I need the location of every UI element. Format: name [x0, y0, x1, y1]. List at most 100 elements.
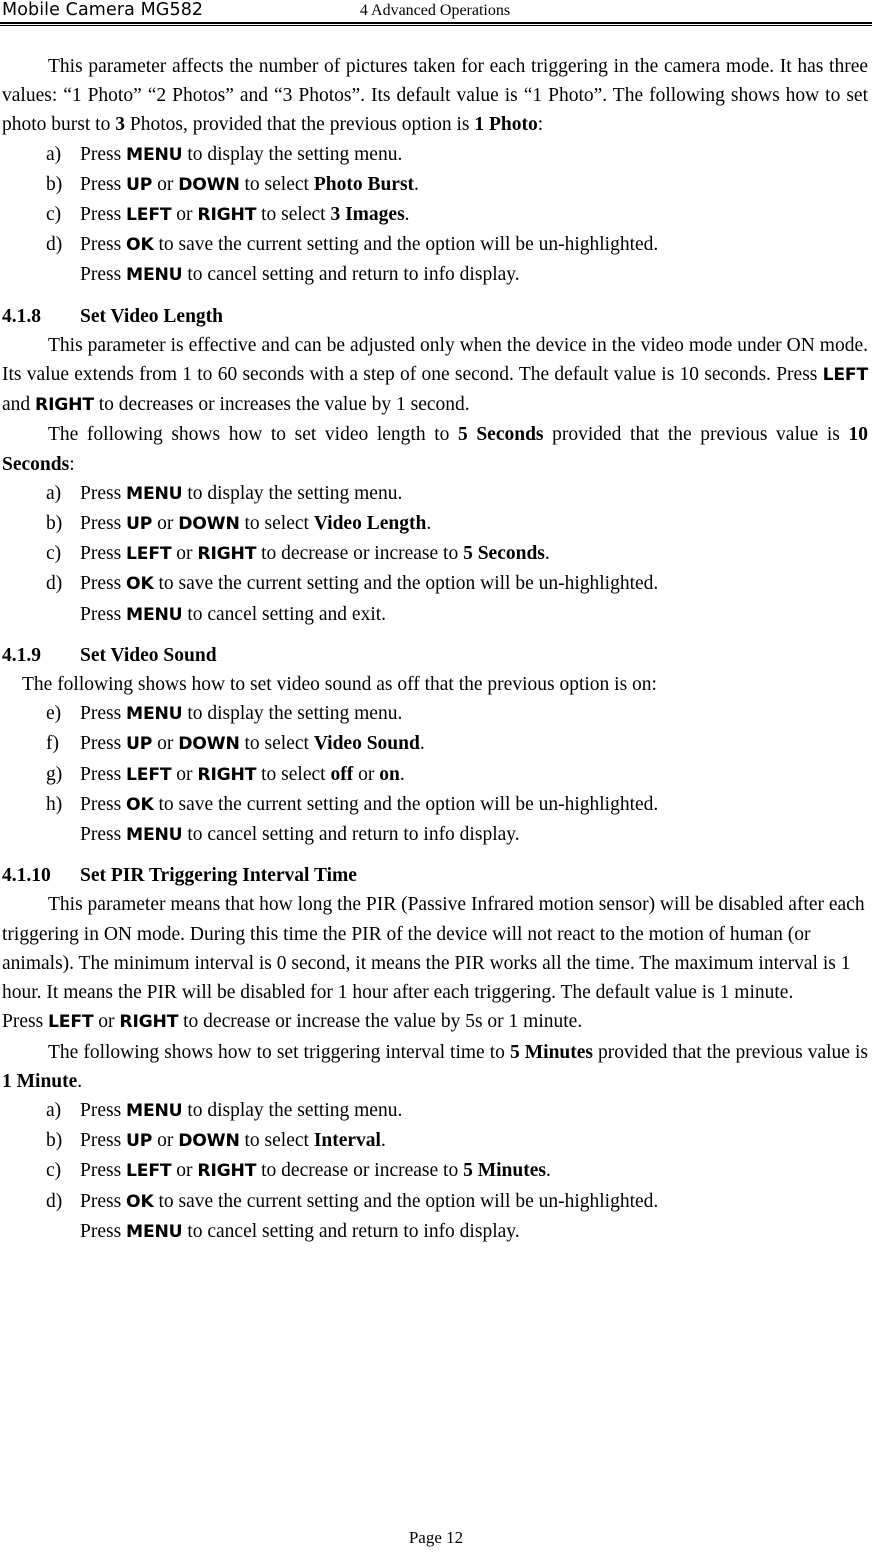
- list-item: d) Press OK to save the current setting a…: [0, 230, 872, 290]
- text-run: Press: [80, 733, 127, 755]
- text-run: or: [171, 763, 198, 785]
- video-sound-step-list: e) Press MENU to display the setting menu…: [0, 699, 872, 850]
- text-run: Press: [80, 1190, 127, 1212]
- key-button-label: MENU: [126, 1100, 183, 1121]
- list-item: b) Press UP or DOWN to select Interval.: [0, 1126, 872, 1156]
- text-run: The following shows how to set video sou…: [22, 674, 657, 696]
- text-run: or: [171, 543, 198, 565]
- text-run: Press: [80, 143, 127, 165]
- key-button-label: LEFT: [126, 1161, 172, 1182]
- list-item: g) Press LEFT or RIGHT to select off or o…: [0, 760, 872, 790]
- key-button-label: MENU: [126, 265, 183, 286]
- key-button-label: DOWN: [178, 514, 240, 535]
- text-run: Press: [80, 1099, 127, 1121]
- text-run: Press: [80, 543, 127, 565]
- value-emphasis: 5 Seconds: [457, 424, 544, 446]
- list-item: c) Press LEFT or RIGHT to select 3 Images…: [0, 200, 872, 230]
- text-run: to select: [239, 513, 314, 535]
- video-sound-paragraph-1: The following shows how to set video sou…: [0, 670, 872, 699]
- text-run: to display the setting menu.: [182, 482, 403, 504]
- setting-value: 5 Seconds: [463, 543, 545, 565]
- text-run: Press: [80, 1160, 127, 1182]
- list-marker: d): [46, 1190, 63, 1212]
- text-run: .: [426, 513, 432, 535]
- text-run: to cancel setting and return to info dis…: [182, 1220, 520, 1242]
- section-title: Set Video Sound: [80, 644, 217, 666]
- list-item: c) Press LEFT or RIGHT to decrease or inc…: [0, 539, 872, 569]
- list-marker: c): [46, 1160, 62, 1182]
- list-item: e) Press MENU to display the setting menu…: [0, 699, 872, 729]
- key-button-label: MENU: [126, 144, 183, 165]
- key-button-label: UP: [126, 174, 153, 195]
- page-content: This parameter affects the number of pic…: [0, 52, 872, 1247]
- text-run: provided that the previous value is: [593, 1041, 868, 1063]
- video-length-paragraph-2: The following shows how to set video len…: [0, 420, 872, 478]
- text-run: to select: [239, 733, 314, 755]
- setting-value: 3 Images: [330, 204, 405, 226]
- key-button-label: UP: [126, 734, 153, 755]
- text-run: Press: [80, 1220, 127, 1242]
- text-run: provided that the previous value is: [543, 424, 849, 446]
- header-divider-rule: [0, 22, 872, 26]
- list-marker: g): [46, 763, 63, 785]
- key-button-label: LEFT: [822, 365, 869, 386]
- setting-name: Photo Burst: [313, 173, 415, 195]
- video-length-step-list: a) Press MENU to display the setting menu…: [0, 479, 872, 630]
- pir-interval-paragraph-2: The following shows how to set triggerin…: [0, 1038, 872, 1096]
- key-button-label: OK: [126, 794, 154, 815]
- key-button-label: LEFT: [126, 205, 172, 226]
- list-item-continuation: Press MENU to cancel setting and return …: [80, 1217, 872, 1247]
- key-button-label: OK: [126, 1191, 154, 1212]
- value-emphasis: 1 Minute: [2, 1070, 78, 1092]
- setting-name: Video Length: [313, 513, 427, 535]
- text-run: or: [152, 1130, 179, 1152]
- text-run: Press: [2, 1011, 49, 1033]
- list-marker: c): [46, 204, 62, 226]
- value-emphasis: 1 Photo: [474, 114, 538, 136]
- text-run: This parameter means that how long the P…: [2, 894, 865, 1004]
- text-run: .: [404, 204, 410, 226]
- text-run: or: [93, 1011, 120, 1033]
- list-marker: b): [46, 513, 63, 535]
- list-marker: e): [46, 703, 62, 725]
- key-button-label: RIGHT: [197, 205, 257, 226]
- list-marker: a): [46, 143, 62, 165]
- text-run: to save the current setting and the opti…: [153, 573, 659, 595]
- text-run: or: [171, 204, 198, 226]
- key-button-label: UP: [126, 1131, 153, 1152]
- photo-burst-step-list: a) Press MENU to display the setting menu…: [0, 140, 872, 291]
- value-emphasis: 3: [115, 114, 125, 136]
- list-item: c) Press LEFT or RIGHT to decrease or inc…: [0, 1156, 872, 1186]
- setting-value: 5 Minutes: [463, 1160, 546, 1182]
- text-run: to select: [256, 204, 331, 226]
- text-run: Press: [80, 513, 127, 535]
- text-run: .: [77, 1070, 83, 1092]
- key-button-label: RIGHT: [119, 1012, 179, 1033]
- text-run: Press: [80, 603, 127, 625]
- list-marker: a): [46, 1099, 62, 1121]
- pir-interval-step-list: a) Press MENU to display the setting menu…: [0, 1096, 872, 1247]
- section-title: Set PIR Triggering Interval Time: [80, 865, 357, 887]
- text-run: to cancel setting and return to info dis…: [182, 824, 520, 846]
- text-run: .: [399, 763, 405, 785]
- text-run: to save the current setting and the opti…: [153, 793, 659, 815]
- text-run: to decreases or increases the value by 1…: [93, 394, 470, 416]
- list-marker: f): [46, 733, 59, 755]
- key-button-label: MENU: [126, 1221, 183, 1242]
- text-run: .: [414, 173, 419, 195]
- text-run: to decrease or increase to: [256, 1160, 464, 1182]
- text-run: .: [380, 1130, 386, 1152]
- section-number: 4.1.10: [2, 865, 51, 887]
- text-run: Press: [80, 703, 127, 725]
- key-button-label: RIGHT: [197, 544, 257, 565]
- list-marker: d): [46, 234, 63, 256]
- text-run: to select: [239, 1130, 314, 1152]
- text-run: This parameter is effective and can be a…: [2, 334, 868, 386]
- list-item: a) Press MENU to display the setting menu…: [0, 140, 872, 170]
- text-run: Press: [80, 1130, 127, 1152]
- setting-value-on: on: [379, 763, 400, 785]
- photo-burst-paragraph: This parameter affects the number of pic…: [0, 52, 872, 140]
